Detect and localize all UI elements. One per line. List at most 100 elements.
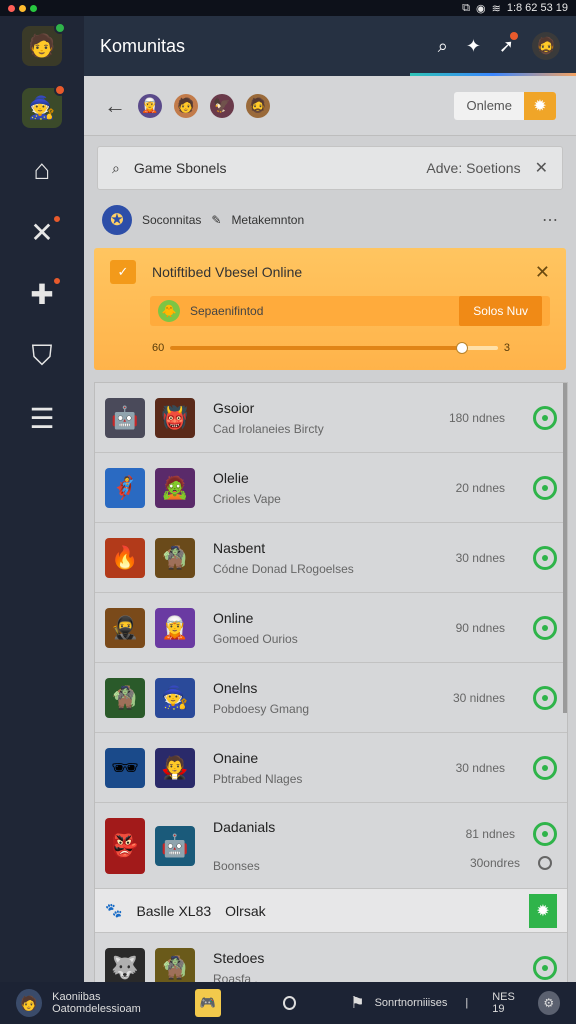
item-time: 30 ndnes (455, 760, 505, 775)
search-icon[interactable]: ⌕ (438, 36, 448, 57)
app-icon[interactable]: 🎮 (194, 989, 221, 1017)
item-sub: Pobdoesy Gmang (213, 701, 310, 716)
list-item[interactable]: 🤖 👹 Gsoior Cad Irolaneies Bircty 180 ndne… (95, 383, 567, 453)
bottom-avatar[interactable]: 🧑 (16, 989, 43, 1017)
item-name: Online (213, 609, 254, 626)
join-icon[interactable] (533, 615, 557, 640)
game-avatar: 🤖 (155, 825, 195, 866)
member-avatar-3[interactable]: 🦅 (210, 93, 234, 118)
progress-left: 60 (152, 342, 165, 354)
item-sub: Cad Irolaneies Bircty (213, 421, 324, 436)
game-avatar: 🕶 (105, 747, 145, 788)
progress-row: 60 3 (152, 342, 510, 354)
community-name: Soconnitas (142, 213, 202, 227)
bottom-sub: Oatomdelessioam (52, 1003, 141, 1015)
shield-icon[interactable]: ⛉ (22, 336, 62, 376)
join-icon[interactable] (533, 545, 557, 570)
join-icon[interactable] (533, 405, 557, 430)
maximize-dot[interactable] (30, 4, 37, 12)
tools-icon[interactable]: ✕ (22, 212, 62, 252)
list-icon[interactable]: ☰ (22, 398, 62, 438)
item-sub: Crioles Vape (213, 491, 281, 506)
list-item[interactable]: 👺 🤖 Dadanials Boonses 81 ndnes 30ondres (95, 803, 567, 889)
list-item[interactable]: 🧌 🧙 Onelns Pobdoesy Gmang 30 nidnes (95, 663, 567, 733)
scrollbar[interactable] (563, 383, 567, 713)
search-input[interactable]: Game Sbonels (134, 160, 227, 176)
progress-fill (170, 346, 462, 350)
item-name: Dadanials (213, 818, 276, 835)
join-icon[interactable] (533, 755, 557, 780)
progress-knob[interactable] (455, 342, 468, 354)
wifi-icon: ≋ (491, 2, 501, 15)
member-avatar-2[interactable]: 🧑 (174, 93, 198, 118)
member-avatar-1[interactable]: 🧝 (138, 93, 162, 118)
status-right: ⧉ ◉ ≋ 1:8 62 53 19 (462, 2, 568, 15)
progress-track[interactable] (170, 342, 498, 354)
profile-avatar[interactable]: 🧔 (532, 32, 560, 60)
bottom-bar: 🧑 Kaoniibas Oatomdelessioam 🎮 ⚑ Sonrtnor… (0, 982, 576, 1024)
list-item[interactable]: 🔥 🧌 Nasbent Códne Donad LRogoelses 30 ndn… (95, 523, 567, 593)
back-arrow-icon[interactable]: ← (104, 93, 126, 119)
bottom-app-text: Sonrtnorniiises (374, 997, 448, 1009)
home-icon[interactable]: ⌂ (22, 150, 62, 190)
header: Komunitas ⌕ ✦ ➚ 🧔 (84, 16, 576, 76)
list-item[interactable]: 🥷 🧝 Online Gomoed Ourios 90 ndnes (95, 593, 567, 663)
gear-button-icon[interactable]: ✹ (529, 893, 557, 928)
list-item[interactable]: 🦸 🧟 Olelie Crioles Vape 20 ndnes (95, 453, 567, 523)
community-logo: ✪ (102, 205, 132, 235)
search-filter[interactable]: Adve: Soetions (426, 160, 520, 176)
item-time: 20 ndnes (455, 480, 505, 495)
search-bar[interactable]: ⌕ Game Sbonels Adve: Soetions ✕ (97, 146, 563, 190)
user-avatar[interactable]: 🧑 (22, 22, 66, 66)
friend-avatar[interactable]: 🧙 (22, 84, 66, 128)
sidebar: 🧑 🧙 ⌂ ✕ ✚ ⛉ ☰ (0, 16, 84, 982)
item-name: Olelie (213, 469, 249, 486)
item-name: Stedoes (213, 949, 265, 966)
settings-round-icon[interactable]: ⚙ (537, 991, 560, 1015)
gear-icon[interactable]: ✹ (524, 91, 556, 120)
community-tag: Metakemnton (231, 213, 305, 227)
accent-bar (410, 73, 576, 76)
member-avatar-4[interactable]: 🧔 (246, 93, 270, 118)
list-item[interactable]: 🐺 🧌 Stedoes Roasfa . (95, 933, 567, 987)
online-dot (54, 22, 66, 34)
close-icon[interactable]: ✕ (535, 262, 550, 283)
page-title: Komunitas (100, 35, 186, 56)
notice-action-button[interactable]: Solos Nuv (459, 296, 542, 326)
arrow-icon[interactable]: ➚ (499, 31, 518, 57)
game-avatar: 👹 (155, 397, 195, 438)
close-dot[interactable] (8, 4, 15, 12)
notification-icon: ⧉ (462, 1, 470, 14)
sub-toolbar: ← 🧝 🧑 🦅 🧔 Onleme ✹ (84, 76, 576, 136)
group-bar[interactable]: 🐾 Baslle XL83 Olrsak ✹ (95, 889, 567, 933)
flag-icon[interactable]: ⚑ (350, 993, 364, 1013)
clear-icon[interactable]: ✕ (535, 158, 548, 178)
puzzle-badge (52, 276, 62, 286)
more-icon[interactable]: ⋯ (542, 210, 558, 230)
notification-card: ✓ Notiftibed Vbesel Online ✕ 🐥 Sepaenifi… (94, 248, 566, 370)
window-dots (8, 4, 37, 12)
online-toggle[interactable]: Onleme ✹ (454, 91, 556, 120)
progress-right: 3 (503, 342, 510, 354)
game-avatar: 👺 (105, 817, 145, 874)
group-label-2: Olrsak (225, 902, 266, 919)
join-icon[interactable] (533, 685, 557, 710)
join-icon[interactable] (533, 475, 557, 500)
list-item[interactable]: 🕶 🧛 Onaine Pbtrabed Nlages 30 ndnes (95, 733, 567, 803)
item-status-stack: 81 ndnes 30ondres (466, 821, 557, 870)
item-time: 30 ndnes (455, 550, 505, 565)
community-row[interactable]: ✪ Soconnitas ✎ Metakemnton ⋯ (84, 200, 576, 240)
item-avatar: 🐥 (158, 300, 180, 322)
notice-item-label: Sepaenifintod (190, 304, 264, 318)
puzzle-icon[interactable]: ✚ (22, 274, 62, 314)
clock: 1:8 62 53 19 (506, 2, 568, 14)
bottom-name: Kaoniibas (52, 991, 101, 1003)
game-avatar: 🧝 (155, 607, 195, 648)
search-icon: ⌕ (112, 159, 120, 176)
minimize-dot[interactable] (19, 4, 26, 12)
home-circle-icon[interactable] (282, 996, 297, 1010)
puzzle-header-icon[interactable]: ✦ (466, 36, 481, 57)
item-sub: Boonses (213, 858, 260, 873)
join-icon[interactable] (533, 955, 557, 980)
join-icon[interactable] (533, 821, 557, 846)
